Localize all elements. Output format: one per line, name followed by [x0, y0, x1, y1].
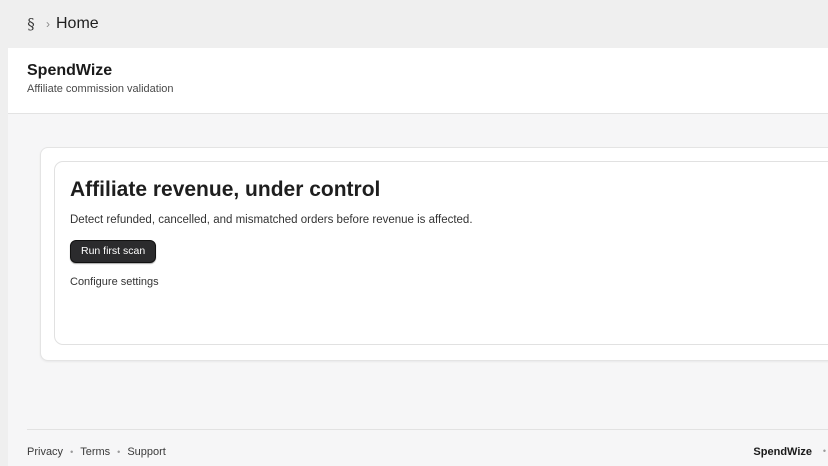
app-logo-icon[interactable]: §	[24, 15, 38, 33]
footer-terms-link[interactable]: Terms	[80, 446, 110, 458]
footer-privacy-link[interactable]: Privacy	[27, 446, 63, 458]
footer-separator: •	[70, 447, 74, 457]
footer-links: Privacy • Terms • Support	[27, 446, 166, 458]
footer-brand: SpendWize	[753, 446, 812, 458]
footer-divider	[27, 429, 828, 430]
top-bar: § › Home	[0, 0, 828, 48]
app-surface: SpendWize Affiliate commission validatio…	[8, 48, 828, 466]
breadcrumb-title: Home	[56, 15, 99, 32]
footer-support-link[interactable]: Support	[127, 446, 166, 458]
hero-title: Affiliate revenue, under control	[70, 178, 381, 201]
hero-card-content: Affiliate revenue, under control Detect …	[54, 161, 828, 345]
run-first-scan-button[interactable]: Run first scan	[70, 240, 157, 263]
configure-settings-link[interactable]: Configure settings	[70, 275, 828, 289]
footer-separator: •	[117, 447, 121, 457]
hero-description: Detect refunded, cancelled, and mismatch…	[70, 214, 473, 226]
app-tagline: Affiliate commission validation	[27, 83, 174, 95]
footer-separator: •	[822, 446, 826, 456]
chevron-right-icon: ›	[46, 17, 50, 31]
app-name: SpendWize	[27, 62, 113, 79]
hero-card: Affiliate revenue, under control Detect …	[40, 147, 828, 361]
app-header: SpendWize Affiliate commission validatio…	[8, 48, 828, 114]
